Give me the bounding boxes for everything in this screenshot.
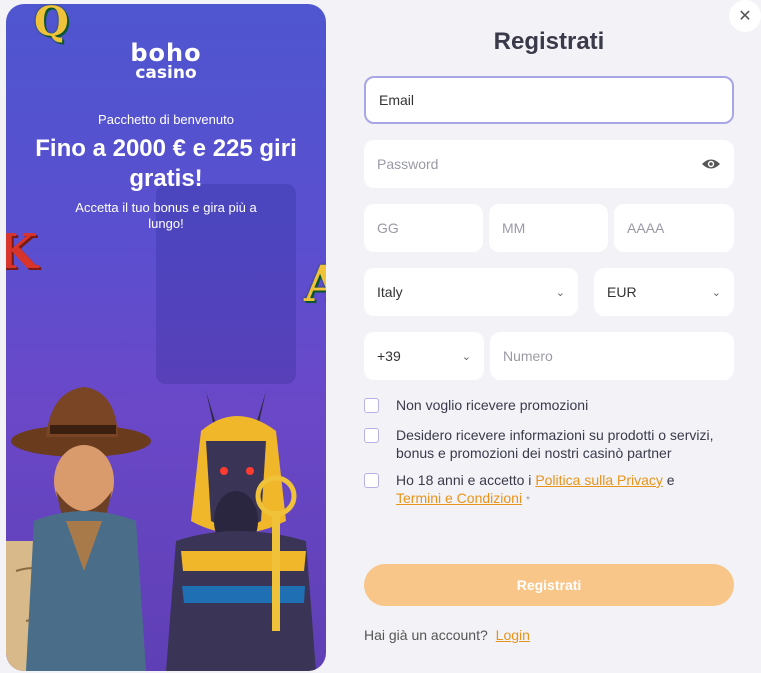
- age-terms-text: Ho 18 anni e accetto i: [396, 472, 536, 488]
- partner-option: Desidero ricevere informazioni su prodot…: [364, 426, 736, 462]
- password-field[interactable]: Password: [364, 140, 734, 188]
- promo-headline: Fino a 2000 € e 225 giri gratis!: [35, 135, 297, 192]
- chevron-down-icon: ⌄: [461, 350, 471, 363]
- chevron-down-icon: ⌄: [555, 286, 565, 299]
- login-link[interactable]: Login: [496, 627, 530, 643]
- year-placeholder: AAAA: [627, 220, 665, 236]
- birth-day-field[interactable]: GG: [364, 204, 483, 252]
- close-icon: ✕: [738, 8, 752, 25]
- birth-month-field[interactable]: MM: [489, 204, 608, 252]
- age-terms-option: Ho 18 anni e accetto i Politica sulla Pr…: [364, 471, 736, 510]
- required-mark: *: [525, 495, 530, 506]
- partner-checkbox[interactable]: [364, 428, 379, 443]
- register-button[interactable]: Registrati: [364, 564, 734, 606]
- age-terms-and: e: [662, 472, 675, 488]
- phone-placeholder: Numero: [503, 348, 553, 364]
- logo-mark: boho: [130, 39, 202, 67]
- country-select[interactable]: Italy ⌄: [364, 268, 578, 316]
- age-terms-checkbox[interactable]: [364, 473, 379, 488]
- email-placeholder: Email: [379, 92, 415, 108]
- promo-subline: Accetta il tuo bonus e gira più a lungo!: [75, 200, 257, 231]
- age-terms-label: Ho 18 anni e accetto i Politica sulla Pr…: [396, 471, 675, 510]
- password-placeholder: Password: [377, 156, 439, 172]
- phone-prefix-select[interactable]: +39 ⌄: [364, 332, 484, 380]
- country-value: Italy: [377, 284, 403, 300]
- decorative-letter-q: Q: [34, 4, 69, 45]
- welcome-label: Pacchetto di benvenuto: [98, 112, 234, 127]
- login-prompt: Hai già un account? Login: [364, 627, 530, 643]
- currency-value: EUR: [607, 284, 637, 300]
- privacy-policy-link[interactable]: Politica sulla Privacy: [535, 472, 663, 488]
- promo-panel: Q K A boho casino Pacchetto di benvenuto…: [6, 4, 326, 671]
- no-promo-label: Non voglio ricevere promozioni: [396, 397, 589, 413]
- email-field[interactable]: Email: [364, 76, 734, 124]
- partner-label: Desidero ricevere informazioni su prodot…: [396, 427, 714, 461]
- logo-sub: casino: [135, 63, 197, 83]
- have-account-text: Hai già un account?: [364, 627, 488, 643]
- chevron-down-icon: ⌄: [711, 286, 721, 299]
- decorative-letter-a: A: [304, 254, 326, 313]
- decorative-letter-k: K: [6, 224, 38, 280]
- month-placeholder: MM: [502, 220, 526, 236]
- birth-year-field[interactable]: AAAA: [614, 204, 734, 252]
- phone-prefix-value: +39: [377, 348, 401, 364]
- phone-number-field[interactable]: Numero: [490, 332, 734, 380]
- no-promo-option: Non voglio ricevere promozioni: [364, 396, 736, 414]
- register-button-label: Registrati: [516, 577, 582, 593]
- no-promo-checkbox[interactable]: [364, 398, 379, 413]
- day-placeholder: GG: [377, 220, 399, 236]
- brand-logo: boho casino: [6, 39, 326, 83]
- promo-illustration: [6, 387, 316, 671]
- eye-icon[interactable]: [701, 158, 721, 170]
- terms-link[interactable]: Termini e Condizioni: [396, 490, 522, 506]
- currency-select[interactable]: EUR ⌄: [594, 268, 734, 316]
- form-title: Registrati: [493, 28, 605, 55]
